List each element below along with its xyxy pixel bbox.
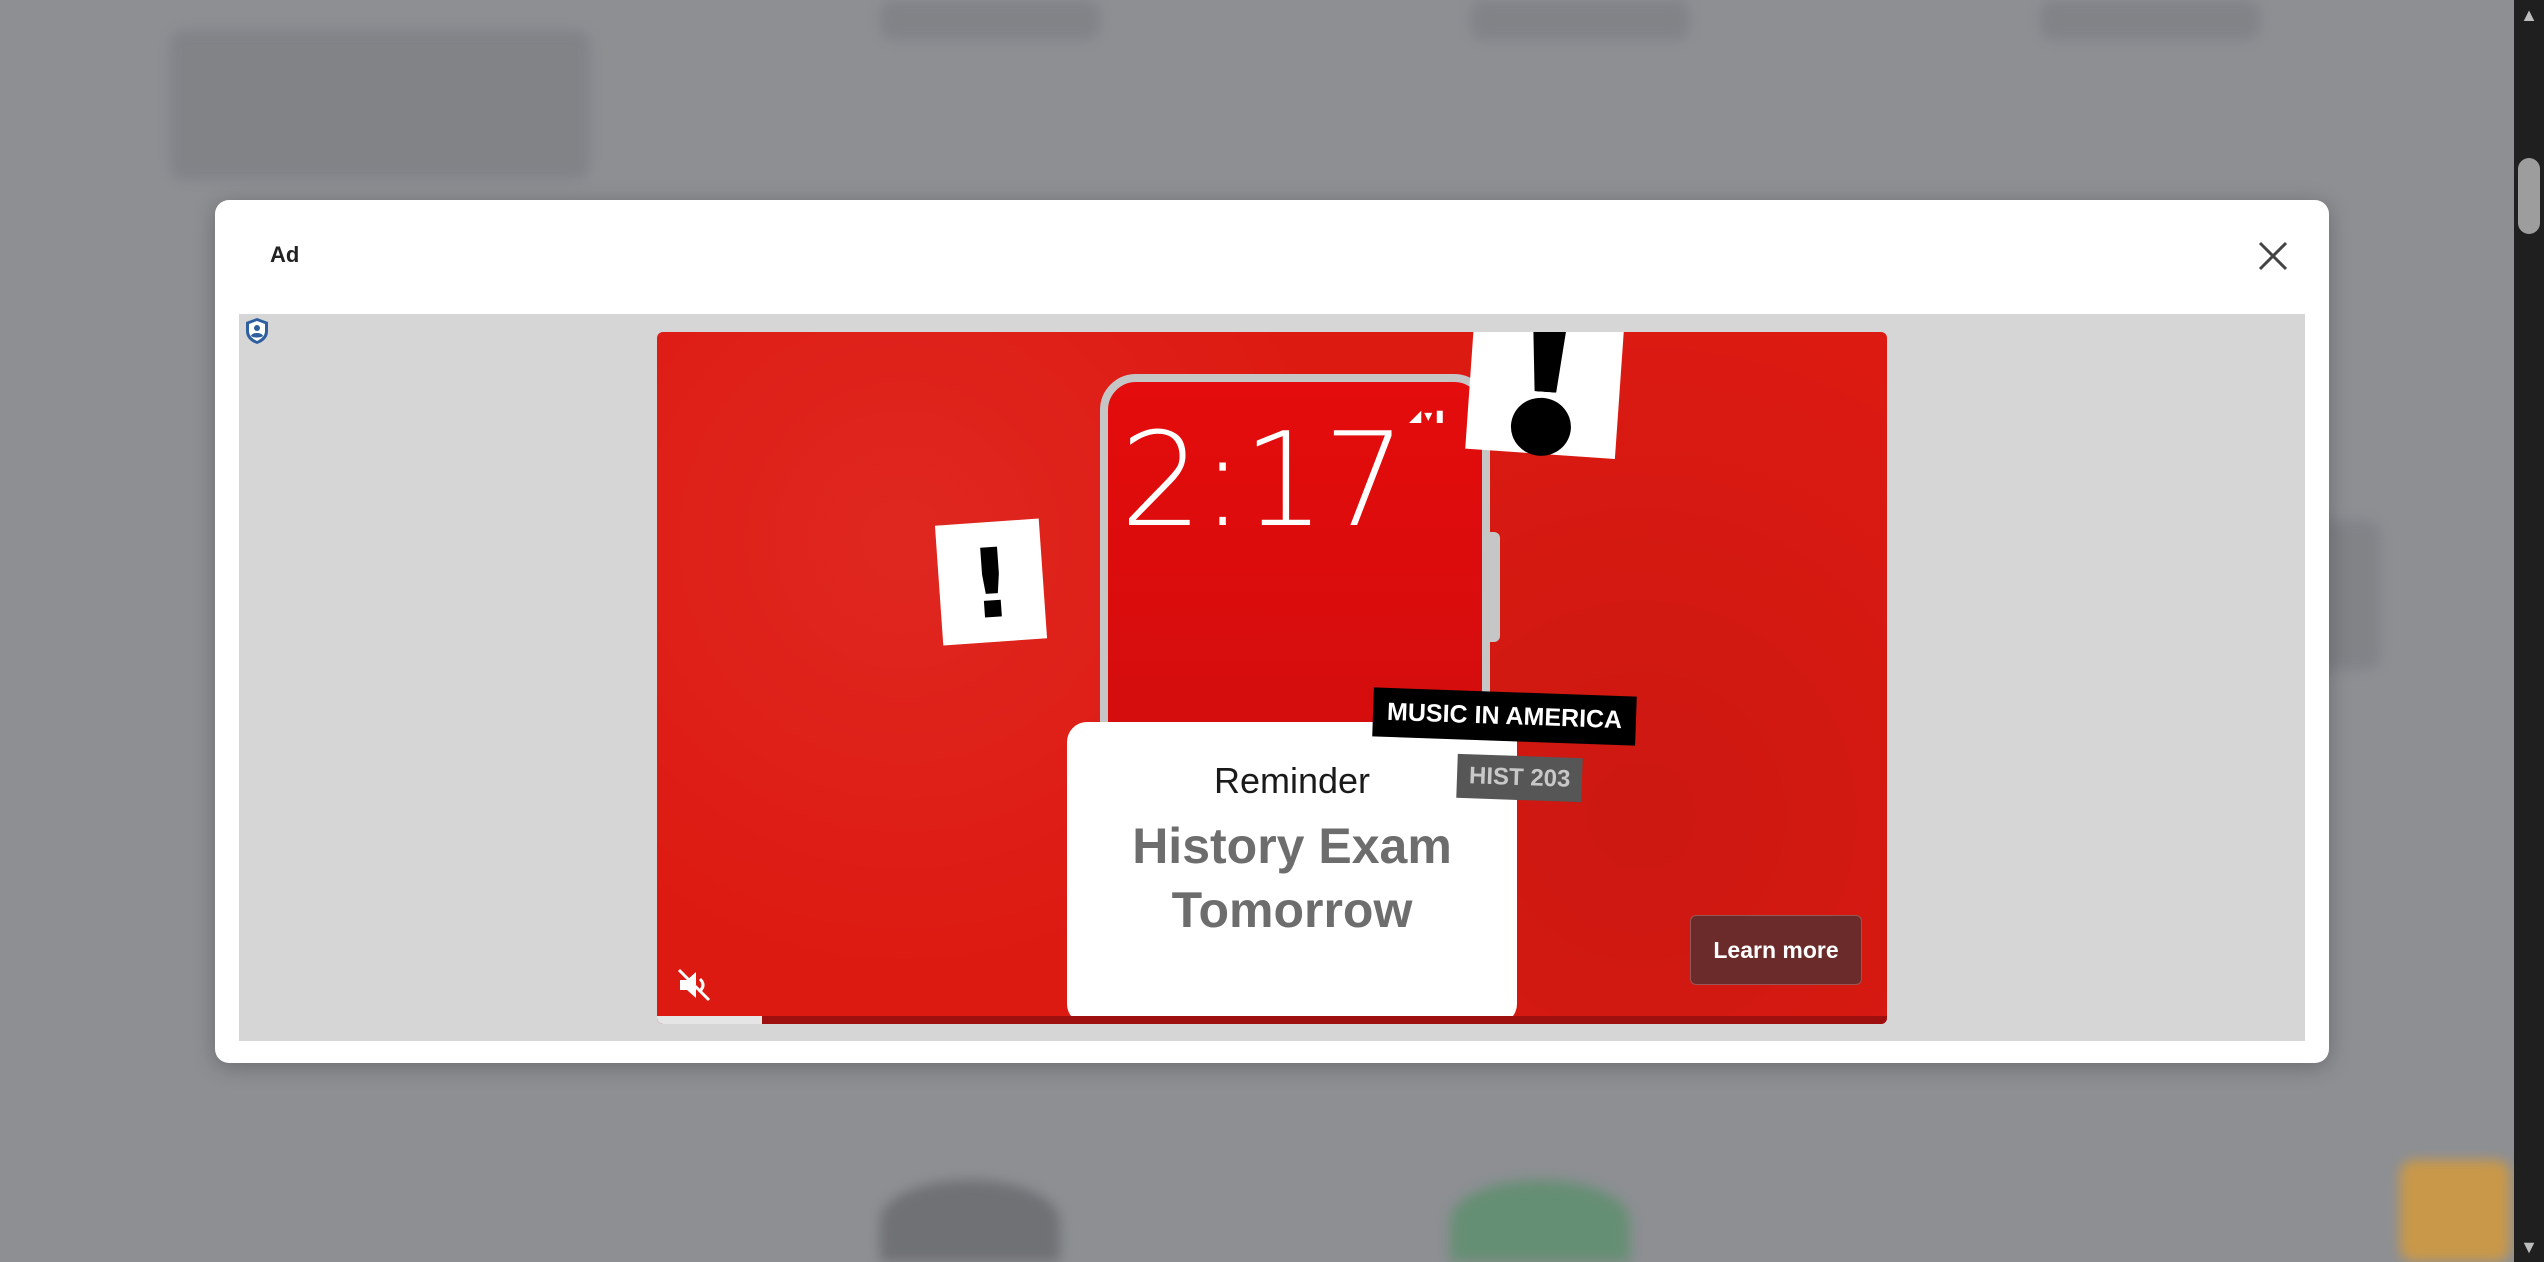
modal-title: Ad xyxy=(270,242,300,267)
exclamation-note-right xyxy=(1465,332,1625,460)
scroll-up-icon[interactable]: ▲ xyxy=(2514,0,2544,30)
background-thumbnail xyxy=(1450,1180,1630,1262)
reminder-heading: Reminder xyxy=(1213,760,1371,801)
scrollbar-thumb[interactable] xyxy=(2518,158,2540,234)
phone-side-button xyxy=(1490,532,1500,642)
background-card xyxy=(1470,0,1690,40)
exclamation-dot xyxy=(1508,395,1573,458)
ad-modal: Ad ! 2:17 ◢▾▮ Reminder History Exam Tomo… xyxy=(215,200,2329,1063)
page-scrollbar[interactable]: ▲ ▼ xyxy=(2514,0,2544,1262)
mute-button[interactable] xyxy=(673,964,715,1006)
close-icon xyxy=(2258,241,2288,271)
mute-icon xyxy=(677,968,711,1002)
video-progress-fill xyxy=(657,1016,762,1024)
course-tag-primary: MUSIC IN AMERICA xyxy=(1372,687,1637,746)
exclamation-stem xyxy=(1527,332,1568,393)
shield-icon[interactable] xyxy=(243,316,271,346)
reminder-headline: History Exam Tomorrow xyxy=(1067,814,1517,942)
background-card xyxy=(2040,0,2260,40)
background-thumbnail xyxy=(880,1180,1060,1262)
video-progress-bar[interactable] xyxy=(657,1016,1887,1024)
close-button[interactable] xyxy=(2253,236,2293,276)
reminder-line-2: Tomorrow xyxy=(1171,882,1413,938)
background-card xyxy=(880,0,1100,40)
learn-more-button[interactable]: Learn more xyxy=(1690,915,1862,985)
reminder-line-1: History Exam xyxy=(1132,818,1452,874)
background-thumbnail xyxy=(2400,1160,2510,1262)
ad-frame: ! 2:17 ◢▾▮ Reminder History Exam Tomorro… xyxy=(239,314,2305,1041)
phone-status-icons: ◢▾▮ xyxy=(1409,408,1448,425)
exclamation-glyph: ! xyxy=(965,526,1017,642)
reminder-card: Reminder History Exam Tomorrow xyxy=(1067,722,1517,1024)
phone-clock: 2:17 xyxy=(1120,404,1406,556)
course-tag-secondary: HIST 203 xyxy=(1456,753,1584,803)
background-card xyxy=(170,30,590,180)
ad-video[interactable]: ! 2:17 ◢▾▮ Reminder History Exam Tomorro… xyxy=(657,332,1887,1024)
exclamation-note-left: ! xyxy=(934,518,1048,646)
scroll-down-icon[interactable]: ▼ xyxy=(2514,1232,2544,1262)
